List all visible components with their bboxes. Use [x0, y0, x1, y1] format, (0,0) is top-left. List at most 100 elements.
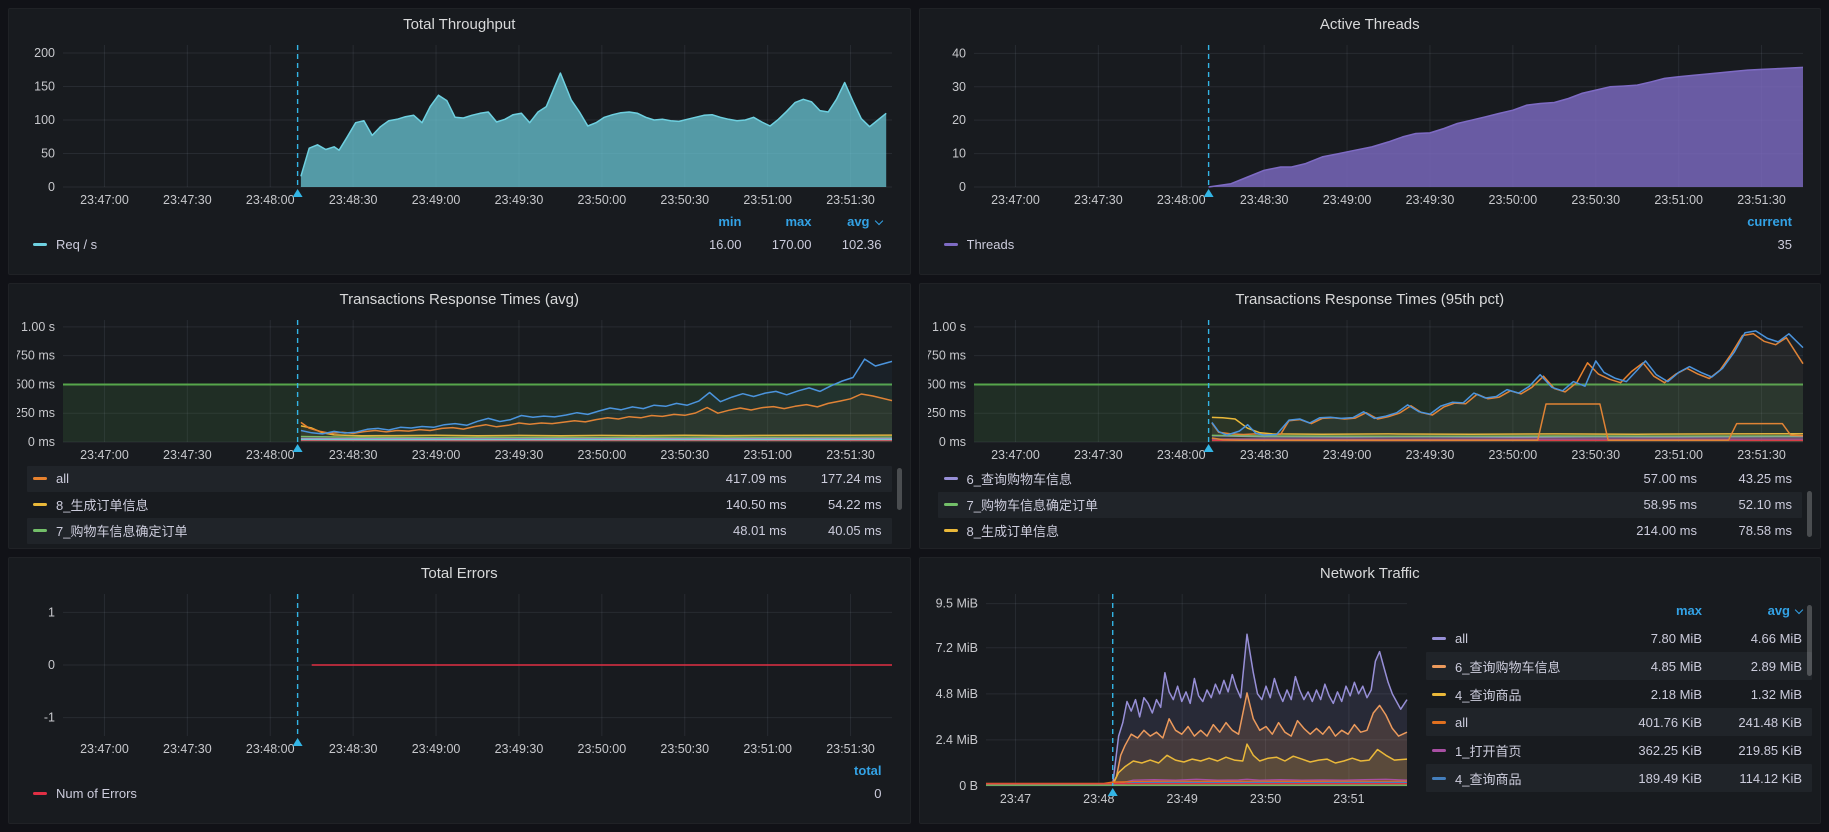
- legend: maxavg all7.80 MiB4.66 MiB6_查询购物车信息4.85 M…: [1426, 596, 1812, 817]
- x-tick-label: 23:51:00: [743, 742, 792, 756]
- legend-value: 43.25 ms: [1697, 471, 1792, 486]
- series-label: 7_购物车信息确定订单: [56, 521, 187, 540]
- legend-value: 35: [1722, 237, 1792, 252]
- annotation-marker[interactable]: [293, 594, 303, 746]
- chart-area: 0 ms250 ms500 ms750 ms1.00 s23:47:0023:4…: [928, 312, 1813, 464]
- legend-row[interactable]: 4_查询商品189.49 KiB114.12 KiB: [1426, 764, 1812, 792]
- x-tick-label: 23:50:30: [660, 448, 709, 462]
- annotation-marker[interactable]: [1203, 45, 1213, 197]
- x-tick-label: 23:49:30: [1405, 448, 1454, 462]
- x-tick-label: 23:51:00: [743, 193, 792, 207]
- y-tick-label: 250 ms: [928, 406, 966, 420]
- panel-network-traffic: Network Traffic0 B2.4 MiB4.8 MiB7.2 MiB9…: [919, 557, 1822, 824]
- panel-title[interactable]: Total Throughput: [403, 13, 515, 37]
- chart-area: 01020304023:47:0023:47:3023:48:0023:48:3…: [928, 37, 1813, 209]
- panel-title[interactable]: Total Errors: [421, 562, 498, 586]
- legend-col-current[interactable]: current: [1722, 214, 1792, 229]
- legend-row[interactable]: 1_打开首页362.25 KiB219.85 KiB: [1426, 736, 1812, 764]
- series-swatch-icon: [1432, 777, 1446, 780]
- time-series-chart[interactable]: 01020304023:47:0023:47:3023:48:0023:48:3…: [928, 37, 1813, 209]
- legend-row[interactable]: 6_查询购物车信息 57.00 ms43.25 ms: [938, 466, 1803, 492]
- y-tick-label: 0: [48, 180, 55, 194]
- legend-row[interactable]: 7_购物车信息确定订单 48.01 ms40.05 ms: [27, 518, 892, 544]
- panel-title[interactable]: Transactions Response Times (95th pct): [1235, 288, 1504, 312]
- y-tick-label: 500 ms: [928, 377, 966, 391]
- legend-col-avg[interactable]: avg: [812, 214, 882, 229]
- panel-title[interactable]: Transactions Response Times (avg): [339, 288, 579, 312]
- legend-value: 78.58 ms: [1697, 523, 1792, 538]
- x-tick-label: 23:47:00: [80, 742, 129, 756]
- time-series-chart[interactable]: -10123:47:0023:47:3023:48:0023:48:3023:4…: [17, 586, 902, 758]
- x-tick-label: 23:48:00: [246, 193, 295, 207]
- legend-row[interactable]: Threads35: [938, 231, 1803, 257]
- series-label: all: [56, 471, 69, 486]
- legend-col-min[interactable]: min: [672, 214, 742, 229]
- x-tick-label: 23:47:00: [80, 448, 129, 462]
- y-tick-label: 0 ms: [28, 435, 55, 449]
- time-series-chart[interactable]: 0 B2.4 MiB4.8 MiB7.2 MiB9.5 MiB23:4723:4…: [928, 586, 1417, 808]
- legend: current Threads35: [928, 209, 1813, 257]
- legend-row[interactable]: 7_购物车信息确定订单58.95 ms52.10 ms: [938, 492, 1803, 518]
- legend-scrollbar[interactable]: [897, 468, 902, 510]
- series-area: [1208, 67, 1802, 187]
- legend-scrollbar[interactable]: [1807, 605, 1812, 676]
- legend-row[interactable]: Num of Errors0: [27, 780, 892, 806]
- y-tick-label: 0: [48, 658, 55, 672]
- legend-value: 7.80 MiB: [1602, 631, 1702, 646]
- x-tick-label: 23:50:30: [1571, 448, 1620, 462]
- y-tick-label: 200: [34, 46, 55, 60]
- legend-row[interactable]: 6_查询购物车信息4.85 MiB2.89 MiB: [1426, 652, 1812, 680]
- legend-value: 52.10 ms: [1697, 497, 1792, 512]
- time-series-chart[interactable]: 05010015020023:47:0023:47:3023:48:0023:4…: [17, 37, 902, 209]
- legend-col-max[interactable]: max: [1602, 603, 1702, 618]
- legend-row[interactable]: 4_查询商品2.18 MiB1.32 MiB: [1426, 680, 1812, 708]
- legend-value: 48.01 ms: [692, 523, 787, 538]
- x-tick-label: 23:49:30: [495, 742, 544, 756]
- series-label: 8_生成订单信息: [56, 495, 148, 514]
- legend-row[interactable]: all7.80 MiB4.66 MiB: [1426, 624, 1812, 652]
- legend-scrollbar[interactable]: [1807, 491, 1812, 537]
- legend-header: current: [938, 211, 1803, 231]
- legend-row[interactable]: all401.76 KiB241.48 KiB: [1426, 708, 1812, 736]
- y-tick-label: 9.5 MiB: [935, 597, 977, 611]
- legend-value: 102.36: [812, 237, 882, 252]
- legend-value: 214.00 ms: [1602, 523, 1697, 538]
- x-tick-label: 23:47:00: [991, 448, 1040, 462]
- x-tick-label: 23:51:00: [1654, 448, 1703, 462]
- legend-row[interactable]: 8_生成订单信息214.00 ms78.58 ms: [938, 518, 1803, 544]
- legend-row[interactable]: all417.09 ms177.24 ms: [27, 466, 892, 492]
- time-series-chart[interactable]: 0 ms250 ms500 ms750 ms1.00 s23:47:0023:4…: [17, 312, 902, 464]
- panel-title[interactable]: Network Traffic: [1320, 562, 1420, 586]
- time-series-chart[interactable]: 0 ms250 ms500 ms750 ms1.00 s23:47:0023:4…: [928, 312, 1813, 464]
- panel-body: 01020304023:47:0023:47:3023:48:0023:48:3…: [928, 37, 1813, 268]
- y-tick-label: 750 ms: [928, 348, 966, 362]
- series-swatch-icon: [1432, 637, 1446, 640]
- series-label: 6_查询购物车信息: [967, 469, 1072, 488]
- panel-header: Transactions Response Times (avg): [17, 288, 902, 312]
- x-tick-label: 23:51:30: [826, 742, 875, 756]
- legend-value: 2.89 MiB: [1702, 659, 1802, 674]
- legend-col-max[interactable]: max: [742, 214, 812, 229]
- x-tick-label: 23:50:00: [578, 742, 627, 756]
- x-tick-label: 23:48:00: [1156, 193, 1205, 207]
- legend-value: 57.00 ms: [1602, 471, 1697, 486]
- legend: minmaxavg Req / s16.00170.00102.36: [17, 209, 902, 257]
- y-tick-label: 500 ms: [17, 377, 55, 391]
- legend: total Num of Errors0: [17, 758, 902, 806]
- legend-value: 170.00: [742, 237, 812, 252]
- legend-col-avg[interactable]: avg: [1702, 603, 1802, 618]
- x-tick-label: 23:51:30: [826, 448, 875, 462]
- panel-title[interactable]: Active Threads: [1320, 13, 1420, 37]
- panel-body: 0 ms250 ms500 ms750 ms1.00 s23:47:0023:4…: [928, 312, 1813, 543]
- series-swatch-icon: [944, 529, 958, 532]
- legend-value: 40.05 ms: [787, 523, 882, 538]
- series-swatch-icon: [33, 477, 47, 480]
- legend-row[interactable]: Req / s16.00170.00102.36: [27, 231, 892, 257]
- y-tick-label: 7.2 MiB: [935, 641, 977, 655]
- x-tick-label: 23:48:30: [329, 193, 378, 207]
- legend-col-total[interactable]: total: [812, 763, 882, 778]
- legend-row[interactable]: 8_生成订单信息140.50 ms54.22 ms: [27, 492, 892, 518]
- legend-value: 16.00: [672, 237, 742, 252]
- panel-header: Network Traffic: [928, 562, 1813, 586]
- chart-area: 0 B2.4 MiB4.8 MiB7.2 MiB9.5 MiB23:4723:4…: [928, 586, 1417, 817]
